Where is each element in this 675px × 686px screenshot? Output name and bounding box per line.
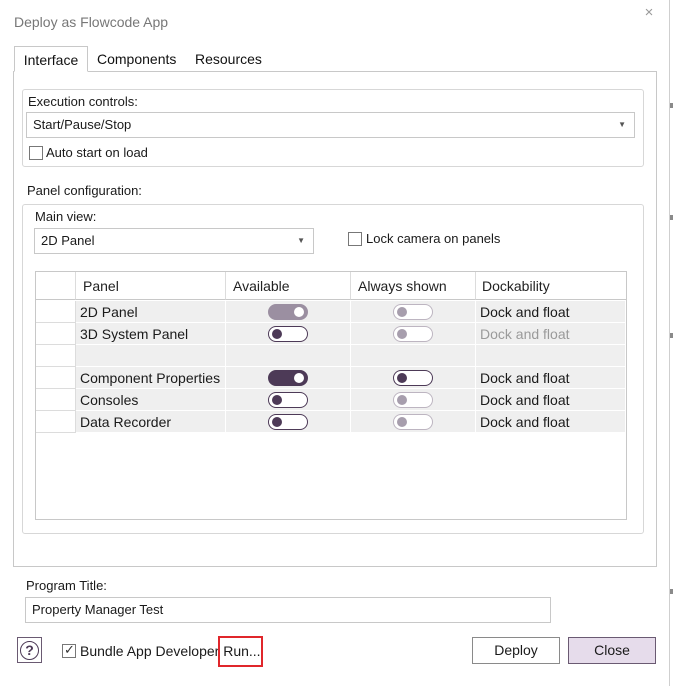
panel-name-cell: 3D System Panel [76,323,226,345]
chevron-down-icon: ▼ [618,120,626,129]
auto-start-checkbox[interactable] [29,146,43,160]
dockability-cell[interactable]: Dock and float [476,411,626,433]
panel-configuration-label: Panel configuration: [27,183,142,198]
chevron-down-icon: ▼ [297,236,305,245]
row-header [36,345,76,367]
panel-name-cell: Component Properties [76,367,226,389]
tab-components[interactable]: Components [97,46,176,72]
dockability-cell[interactable]: Dock and float [476,323,626,345]
lock-camera-label: Lock camera on panels [366,231,501,246]
always-shown-cell [351,367,476,389]
edge-marker [670,589,673,594]
execution-controls-label: Execution controls: [28,94,138,109]
dockability-cell[interactable]: Dock and float [476,301,626,323]
always-shown-cell [351,301,476,323]
edge-marker [670,103,673,108]
execution-controls-select[interactable]: Start/Pause/Stop ▼ [26,112,635,138]
available-toggle[interactable] [268,304,308,320]
highlight-box [218,636,263,667]
always-shown-toggle[interactable] [393,326,433,342]
row-header-corner [36,272,76,300]
always-shown-toggle[interactable] [393,370,433,386]
main-view-label: Main view: [35,209,97,224]
available-cell [226,323,351,345]
tab-resources[interactable]: Resources [195,46,262,72]
close-icon[interactable]: × [640,4,658,22]
always-shown-cell [351,345,476,367]
panel-name-cell [76,345,226,367]
help-icon: ? [20,641,39,660]
tab-interface[interactable]: Interface [14,46,88,72]
row-header [36,389,76,411]
panel-name-cell: 2D Panel [76,301,226,323]
always-shown-toggle[interactable] [393,414,433,430]
edge-marker [670,333,673,338]
available-toggle[interactable] [268,370,308,386]
row-header [36,323,76,345]
available-cell [226,345,351,367]
deploy-button[interactable]: Deploy [472,637,560,664]
dockability-cell[interactable]: Dock and float [476,389,626,411]
always-shown-toggle[interactable] [393,304,433,320]
available-toggle[interactable] [268,392,308,408]
row-header [36,367,76,389]
available-cell [226,367,351,389]
auto-start-label: Auto start on load [46,145,148,160]
help-button[interactable]: ? [17,637,42,663]
always-shown-cell [351,389,476,411]
row-header [36,301,76,323]
table-row[interactable]: Consoles Dock and float [36,389,626,411]
panel-name-cell: Data Recorder [76,411,226,433]
always-shown-cell [351,323,476,345]
row-header [36,411,76,433]
panels-table: Panel Available Always shown Dockability… [35,271,627,520]
column-header-dockability[interactable]: Dockability [476,272,626,300]
main-view-select[interactable]: 2D Panel ▼ [34,228,314,254]
edge-marker [670,215,673,220]
available-cell [226,411,351,433]
column-header-panel[interactable]: Panel [76,272,226,300]
panel-name-cell: Consoles [76,389,226,411]
dockability-cell[interactable]: Dock and float [476,367,626,389]
available-cell [226,301,351,323]
table-row[interactable]: Data Recorder Dock and float [36,411,626,433]
program-title-input[interactable]: Property Manager Test [25,597,551,623]
execution-controls-value: Start/Pause/Stop [33,117,132,132]
main-view-value: 2D Panel [41,233,95,248]
bundle-checkbox[interactable] [62,642,76,658]
always-shown-toggle[interactable] [393,392,433,408]
available-toggle[interactable] [268,414,308,430]
window-title: Deploy as Flowcode App [14,14,169,30]
dockability-cell[interactable] [476,345,626,367]
table-row[interactable] [36,345,626,367]
column-header-available[interactable]: Available [226,272,351,300]
available-toggle[interactable] [268,326,308,342]
always-shown-cell [351,411,476,433]
available-cell [226,389,351,411]
table-row[interactable]: Component Properties Dock and float [36,367,626,389]
table-row[interactable]: 2D Panel Dock and float [36,301,626,323]
program-title-label: Program Title: [26,578,107,593]
column-header-always-shown[interactable]: Always shown [351,272,476,300]
table-row[interactable]: 3D System Panel Dock and float [36,323,626,345]
lock-camera-checkbox[interactable] [348,232,362,246]
close-button[interactable]: Close [568,637,656,664]
